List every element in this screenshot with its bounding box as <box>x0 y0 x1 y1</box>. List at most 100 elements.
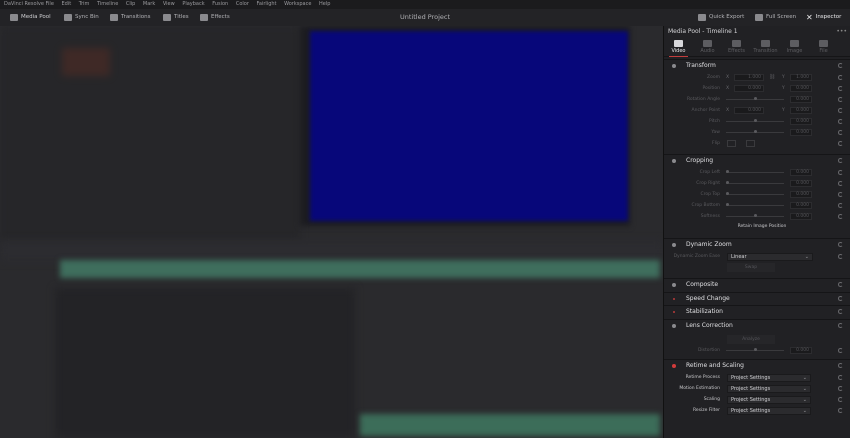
retime-scaling-header[interactable]: Retime and Scaling <box>664 359 850 372</box>
slider-knob[interactable] <box>726 181 729 184</box>
reset-icon[interactable] <box>838 375 843 380</box>
reset-icon[interactable] <box>838 408 843 413</box>
tab-audio[interactable]: Audio <box>693 37 722 56</box>
crop-right-field[interactable]: 0.000 <box>790 180 812 187</box>
menu-fairlight[interactable]: Fairlight <box>256 1 276 7</box>
media-pool-button[interactable]: Media Pool <box>10 12 51 23</box>
tab-file[interactable]: File <box>809 37 838 56</box>
position-y-field[interactable]: 0.000 <box>790 85 812 92</box>
menu-view[interactable]: View <box>163 1 175 7</box>
softness-field[interactable]: 0.000 <box>790 213 812 220</box>
enable-toggle[interactable] <box>672 159 676 163</box>
position-x-field[interactable]: 0.000 <box>734 85 764 92</box>
reset-icon[interactable] <box>838 282 843 287</box>
slider-knob[interactable] <box>726 203 729 206</box>
crop-top-field[interactable]: 0.000 <box>790 191 812 198</box>
menu-help[interactable]: Help <box>319 1 330 7</box>
titles-button[interactable]: Titles <box>163 12 189 23</box>
flip-horizontal-icon[interactable] <box>727 140 736 147</box>
menu-trim[interactable]: Trim <box>79 1 90 7</box>
dynamic-zoom-ease-select[interactable]: Linear ⌄ <box>727 252 813 261</box>
analyze-button[interactable]: Analyze <box>727 335 775 344</box>
reset-icon[interactable] <box>838 323 843 328</box>
effects-button[interactable]: Effects <box>200 12 230 23</box>
link-icon[interactable]: ⛓ <box>769 72 775 83</box>
crop-left-slider[interactable] <box>726 172 784 173</box>
menu-workspace[interactable]: Workspace <box>284 1 311 7</box>
enable-toggle[interactable] <box>672 324 676 328</box>
reset-icon[interactable] <box>838 141 843 146</box>
reset-icon[interactable] <box>838 397 843 402</box>
menu-file[interactable]: File <box>46 1 54 7</box>
reset-icon[interactable] <box>838 170 843 175</box>
tab-transition[interactable]: Transition <box>751 37 780 56</box>
cropping-header[interactable]: Cropping <box>664 154 850 167</box>
menu-playback[interactable]: Playback <box>182 1 204 7</box>
slider-knob[interactable] <box>754 348 757 351</box>
full-screen-button[interactable]: Full Screen <box>755 12 796 23</box>
quick-export-button[interactable]: Quick Export <box>698 12 744 23</box>
crop-bottom-field[interactable]: 0.000 <box>790 202 812 209</box>
slider-knob[interactable] <box>726 170 729 173</box>
tab-image[interactable]: Image <box>780 37 809 56</box>
motion-estimation-select[interactable]: Project Settings ⌄ <box>727 384 811 393</box>
enable-toggle[interactable] <box>672 283 676 287</box>
reset-icon[interactable] <box>838 108 843 113</box>
composite-header[interactable]: Composite <box>664 278 850 291</box>
reset-icon[interactable] <box>838 158 843 163</box>
speed-change-header[interactable]: Speed Change <box>664 292 850 305</box>
pitch-field[interactable]: 0.000 <box>790 118 812 125</box>
anchor-x-field[interactable]: 0.000 <box>734 107 764 114</box>
retain-image-position-toggle[interactable]: Retain Image Position <box>724 222 800 231</box>
reset-icon[interactable] <box>838 75 843 80</box>
reset-icon[interactable] <box>838 386 843 391</box>
distortion-field[interactable]: 0.000 <box>790 347 812 354</box>
reset-icon[interactable] <box>838 254 843 259</box>
reset-icon[interactable] <box>838 97 843 102</box>
reset-icon[interactable] <box>838 119 843 124</box>
tab-effects[interactable]: Effects <box>722 37 751 56</box>
crop-top-slider[interactable] <box>726 194 784 195</box>
swap-button[interactable]: Swap <box>727 263 775 272</box>
reset-icon[interactable] <box>838 309 843 314</box>
inspector-button[interactable]: ✕ Inspector <box>806 12 841 23</box>
reset-icon[interactable] <box>838 348 843 353</box>
reset-icon[interactable] <box>838 296 843 301</box>
zoom-x-field[interactable]: 1.000 <box>734 74 764 81</box>
slider-knob[interactable] <box>754 119 757 122</box>
transitions-button[interactable]: Transitions <box>110 12 150 23</box>
reset-icon[interactable] <box>838 363 843 368</box>
reset-icon[interactable] <box>838 63 843 68</box>
yaw-field[interactable]: 0.000 <box>790 129 812 136</box>
enable-toggle[interactable] <box>672 64 676 68</box>
reset-icon[interactable] <box>838 130 843 135</box>
dynamic-zoom-header[interactable]: Dynamic Zoom <box>664 238 850 251</box>
enable-toggle[interactable] <box>672 364 676 368</box>
menu-clip[interactable]: Clip <box>126 1 135 7</box>
tab-video[interactable]: Video <box>664 37 693 57</box>
slider-knob[interactable] <box>726 192 729 195</box>
enable-toggle[interactable] <box>673 298 675 300</box>
reset-icon[interactable] <box>838 214 843 219</box>
enable-toggle[interactable] <box>673 311 675 313</box>
stabilization-header[interactable]: Stabilization <box>664 305 850 318</box>
retime-process-select[interactable]: Project Settings ⌄ <box>727 373 811 382</box>
resize-filter-select[interactable]: Project Settings ⌄ <box>727 406 811 415</box>
lens-correction-header[interactable]: Lens Correction <box>664 319 850 332</box>
menu-fusion[interactable]: Fusion <box>212 1 228 7</box>
slider-knob[interactable] <box>754 130 757 133</box>
scaling-select[interactable]: Project Settings ⌄ <box>727 395 811 404</box>
crop-left-field[interactable]: 0.000 <box>790 169 812 176</box>
menu-mark[interactable]: Mark <box>143 1 155 7</box>
reset-icon[interactable] <box>838 203 843 208</box>
enable-toggle[interactable] <box>672 243 676 247</box>
menu-color[interactable]: Color <box>236 1 249 7</box>
rotation-field[interactable]: 0.000 <box>790 96 812 103</box>
crop-right-slider[interactable] <box>726 183 784 184</box>
transform-header[interactable]: Transform <box>664 59 850 72</box>
flip-vertical-icon[interactable] <box>746 140 755 147</box>
menu-timeline[interactable]: Timeline <box>97 1 118 7</box>
zoom-y-field[interactable]: 1.000 <box>790 74 812 81</box>
crop-bottom-slider[interactable] <box>726 205 784 206</box>
reset-icon[interactable] <box>838 181 843 186</box>
